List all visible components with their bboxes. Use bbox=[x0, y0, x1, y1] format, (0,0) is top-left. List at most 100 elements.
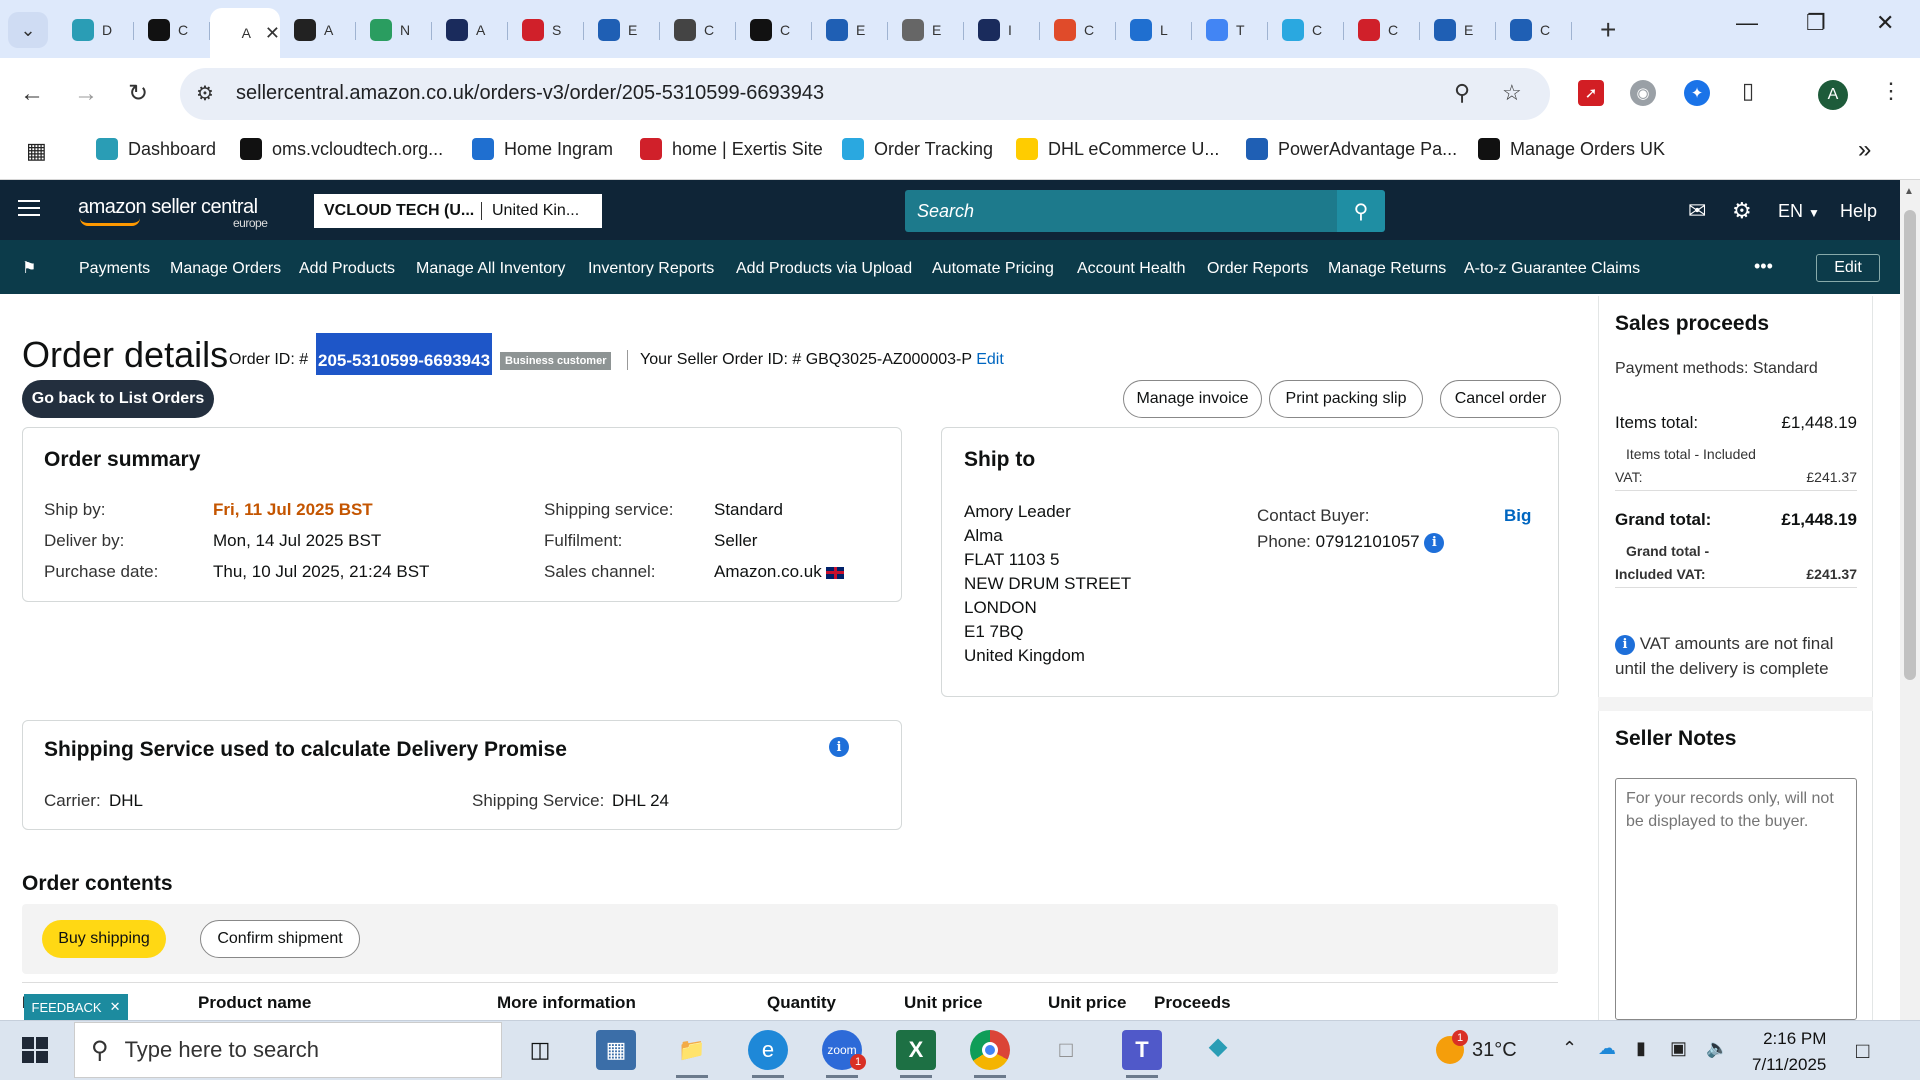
extensions-puzzle-icon[interactable]: ▯ bbox=[1742, 78, 1754, 104]
bookmark-item[interactable]: PowerAdvantage Pa... bbox=[1246, 138, 1457, 160]
settings-gear-icon[interactable]: ⚙ bbox=[1732, 198, 1752, 224]
browser-tab[interactable]: C bbox=[1344, 8, 1420, 52]
nav-more-icon[interactable]: ••• bbox=[1754, 256, 1773, 277]
browser-tab[interactable]: D bbox=[58, 8, 134, 52]
browser-menu-icon[interactable]: ⋮ bbox=[1880, 78, 1902, 104]
system-clock[interactable]: 2:16 PM 7/11/2025 bbox=[1752, 1026, 1826, 1078]
mail-icon[interactable]: ✉ bbox=[1688, 198, 1706, 224]
buy-shipping-button[interactable]: Buy shipping bbox=[42, 920, 166, 958]
bookmark-item[interactable]: home | Exertis Site bbox=[640, 138, 823, 160]
bookmarks-overflow-icon[interactable]: » bbox=[1858, 136, 1871, 164]
browser-tab[interactable]: A ✕ bbox=[210, 8, 280, 58]
battery-icon[interactable]: ▮ bbox=[1636, 1038, 1646, 1059]
tray-chevron-up-icon[interactable]: ⌃ bbox=[1562, 1038, 1577, 1059]
zoom-icon[interactable]: zoom 1 bbox=[822, 1030, 866, 1078]
tab-search-button[interactable]: ⌄ bbox=[8, 12, 48, 48]
confirm-shipment-button[interactable]: Confirm shipment bbox=[200, 920, 360, 958]
seller-notes-input[interactable] bbox=[1615, 778, 1857, 1020]
scrollbar-thumb[interactable] bbox=[1904, 210, 1916, 680]
bookmark-item[interactable]: oms.vcloudtech.org... bbox=[240, 138, 443, 160]
task-view-icon[interactable]: ◫ bbox=[520, 1030, 560, 1070]
language-selector[interactable]: EN ▼ bbox=[1778, 201, 1820, 222]
teams-icon[interactable]: T bbox=[1122, 1030, 1162, 1078]
back-icon[interactable]: ← bbox=[20, 80, 44, 108]
globe-extension-icon[interactable]: ◉ bbox=[1630, 80, 1656, 106]
forward-icon[interactable]: → bbox=[74, 80, 98, 108]
address-url[interactable]: sellercentral.amazon.co.uk/orders-v3/ord… bbox=[236, 82, 824, 105]
search-button[interactable]: ⚲ bbox=[1337, 190, 1385, 232]
volume-icon[interactable]: 🔈 bbox=[1706, 1038, 1728, 1059]
bookmark-item[interactable]: Dashboard bbox=[96, 138, 216, 160]
profile-avatar[interactable]: A bbox=[1818, 80, 1848, 110]
scroll-up-icon[interactable]: ▲ bbox=[1904, 186, 1914, 197]
nav-link[interactable]: A-to-z Guarantee Claims bbox=[1464, 260, 1640, 278]
bookmark-item[interactable]: Order Tracking bbox=[842, 138, 993, 160]
excel-icon[interactable]: X bbox=[896, 1030, 936, 1078]
close-icon[interactable]: ✕ bbox=[110, 999, 121, 1015]
weather-widget[interactable]: 1 31°C bbox=[1436, 1030, 1517, 1064]
bookmark-item[interactable]: DHL eCommerce U... bbox=[1016, 138, 1219, 160]
zoom-icon[interactable]: ⚲ bbox=[1454, 80, 1470, 106]
browser-tab[interactable]: E bbox=[812, 8, 888, 52]
nav-link[interactable]: Account Health bbox=[1077, 260, 1186, 278]
reload-icon[interactable]: ↻ bbox=[128, 79, 148, 108]
back-to-list-orders-button[interactable]: Go back to List Orders bbox=[22, 380, 214, 418]
minimize-button[interactable]: — bbox=[1736, 10, 1758, 36]
browser-tab[interactable]: C bbox=[1496, 8, 1572, 52]
page-scrollbar[interactable]: ▲ bbox=[1900, 180, 1920, 1020]
nav-link[interactable]: Manage Returns bbox=[1328, 260, 1446, 278]
nav-link[interactable]: Manage All Inventory bbox=[416, 260, 565, 278]
browser-tab[interactable]: A bbox=[432, 8, 508, 52]
help-link[interactable]: Help bbox=[1840, 201, 1877, 222]
seller-central-logo[interactable]: amazon seller central europe bbox=[78, 196, 268, 230]
account-switcher[interactable]: VCLOUD TECH (U... United Kin... bbox=[314, 194, 602, 228]
site-info-icon[interactable]: ⚙ bbox=[196, 81, 214, 106]
browser-tab[interactable]: S bbox=[508, 8, 584, 52]
calculator-icon[interactable]: ▦ bbox=[596, 1030, 636, 1070]
network-icon[interactable]: ▣ bbox=[1670, 1038, 1687, 1059]
feedback-tab[interactable]: FEEDBACK ✕ bbox=[24, 994, 128, 1020]
browser-tab[interactable]: C bbox=[1040, 8, 1116, 52]
nav-link[interactable]: Add Products bbox=[299, 260, 395, 278]
browser-tab[interactable]: I bbox=[964, 8, 1040, 52]
gem-app-icon[interactable]: ⯁ bbox=[1198, 1030, 1238, 1070]
notifications-icon[interactable]: □ bbox=[1856, 1038, 1869, 1064]
search-input[interactable]: Search bbox=[905, 190, 1337, 232]
browser-tab[interactable]: T bbox=[1192, 8, 1268, 52]
nav-link[interactable]: Add Products via Upload bbox=[736, 260, 912, 278]
bookmark-star-icon[interactable]: ☆ bbox=[1502, 80, 1522, 106]
onedrive-cloud-icon[interactable]: ☁ bbox=[1598, 1038, 1616, 1059]
close-window-button[interactable]: ✕ bbox=[1876, 10, 1894, 36]
manage-invoice-button[interactable]: Manage invoice bbox=[1123, 380, 1262, 418]
nav-link[interactable]: Order Reports bbox=[1207, 260, 1308, 278]
order-id-value[interactable]: 205-5310599-6693943 bbox=[316, 333, 493, 375]
browser-tab[interactable]: C bbox=[660, 8, 736, 52]
browser-tab[interactable]: A bbox=[280, 8, 356, 52]
browser-tab[interactable]: C bbox=[134, 8, 210, 52]
nav-link[interactable]: Manage Orders bbox=[170, 260, 281, 278]
restore-button[interactable]: ❐ bbox=[1806, 10, 1826, 36]
notepad-icon[interactable]: □ bbox=[1046, 1030, 1086, 1070]
shipping-info-icon[interactable]: i bbox=[829, 737, 849, 757]
taskbar-search-input[interactable]: ⚲ Type here to search bbox=[74, 1022, 502, 1078]
chrome-icon[interactable] bbox=[970, 1030, 1010, 1078]
cancel-order-button[interactable]: Cancel order bbox=[1440, 380, 1561, 418]
browser-tab[interactable]: C bbox=[1268, 8, 1344, 52]
nav-link[interactable]: Inventory Reports bbox=[588, 260, 714, 278]
browser-tab[interactable]: E bbox=[584, 8, 660, 52]
browser-tab[interactable]: N bbox=[356, 8, 432, 52]
bookmark-item[interactable]: Manage Orders UK bbox=[1478, 138, 1665, 160]
bookmark-flag-icon[interactable]: ⚑ bbox=[22, 258, 36, 278]
apps-grid-icon[interactable]: ▦ bbox=[26, 138, 47, 164]
hamburger-menu-icon[interactable] bbox=[18, 200, 40, 218]
edge-icon[interactable]: e bbox=[748, 1030, 788, 1078]
edit-seller-order-id-link[interactable]: Edit bbox=[976, 351, 1004, 368]
bookmark-item[interactable]: Home Ingram bbox=[472, 138, 613, 160]
contact-buyer-link[interactable]: Big bbox=[1504, 506, 1531, 526]
windows-start-icon[interactable] bbox=[22, 1037, 48, 1063]
print-packing-slip-button[interactable]: Print packing slip bbox=[1269, 380, 1423, 418]
nav-edit-button[interactable]: Edit bbox=[1816, 254, 1880, 282]
pdf-extension-icon[interactable]: ➚ bbox=[1578, 80, 1604, 106]
browser-tab[interactable]: C bbox=[736, 8, 812, 52]
phone-info-icon[interactable]: i bbox=[1424, 532, 1445, 553]
